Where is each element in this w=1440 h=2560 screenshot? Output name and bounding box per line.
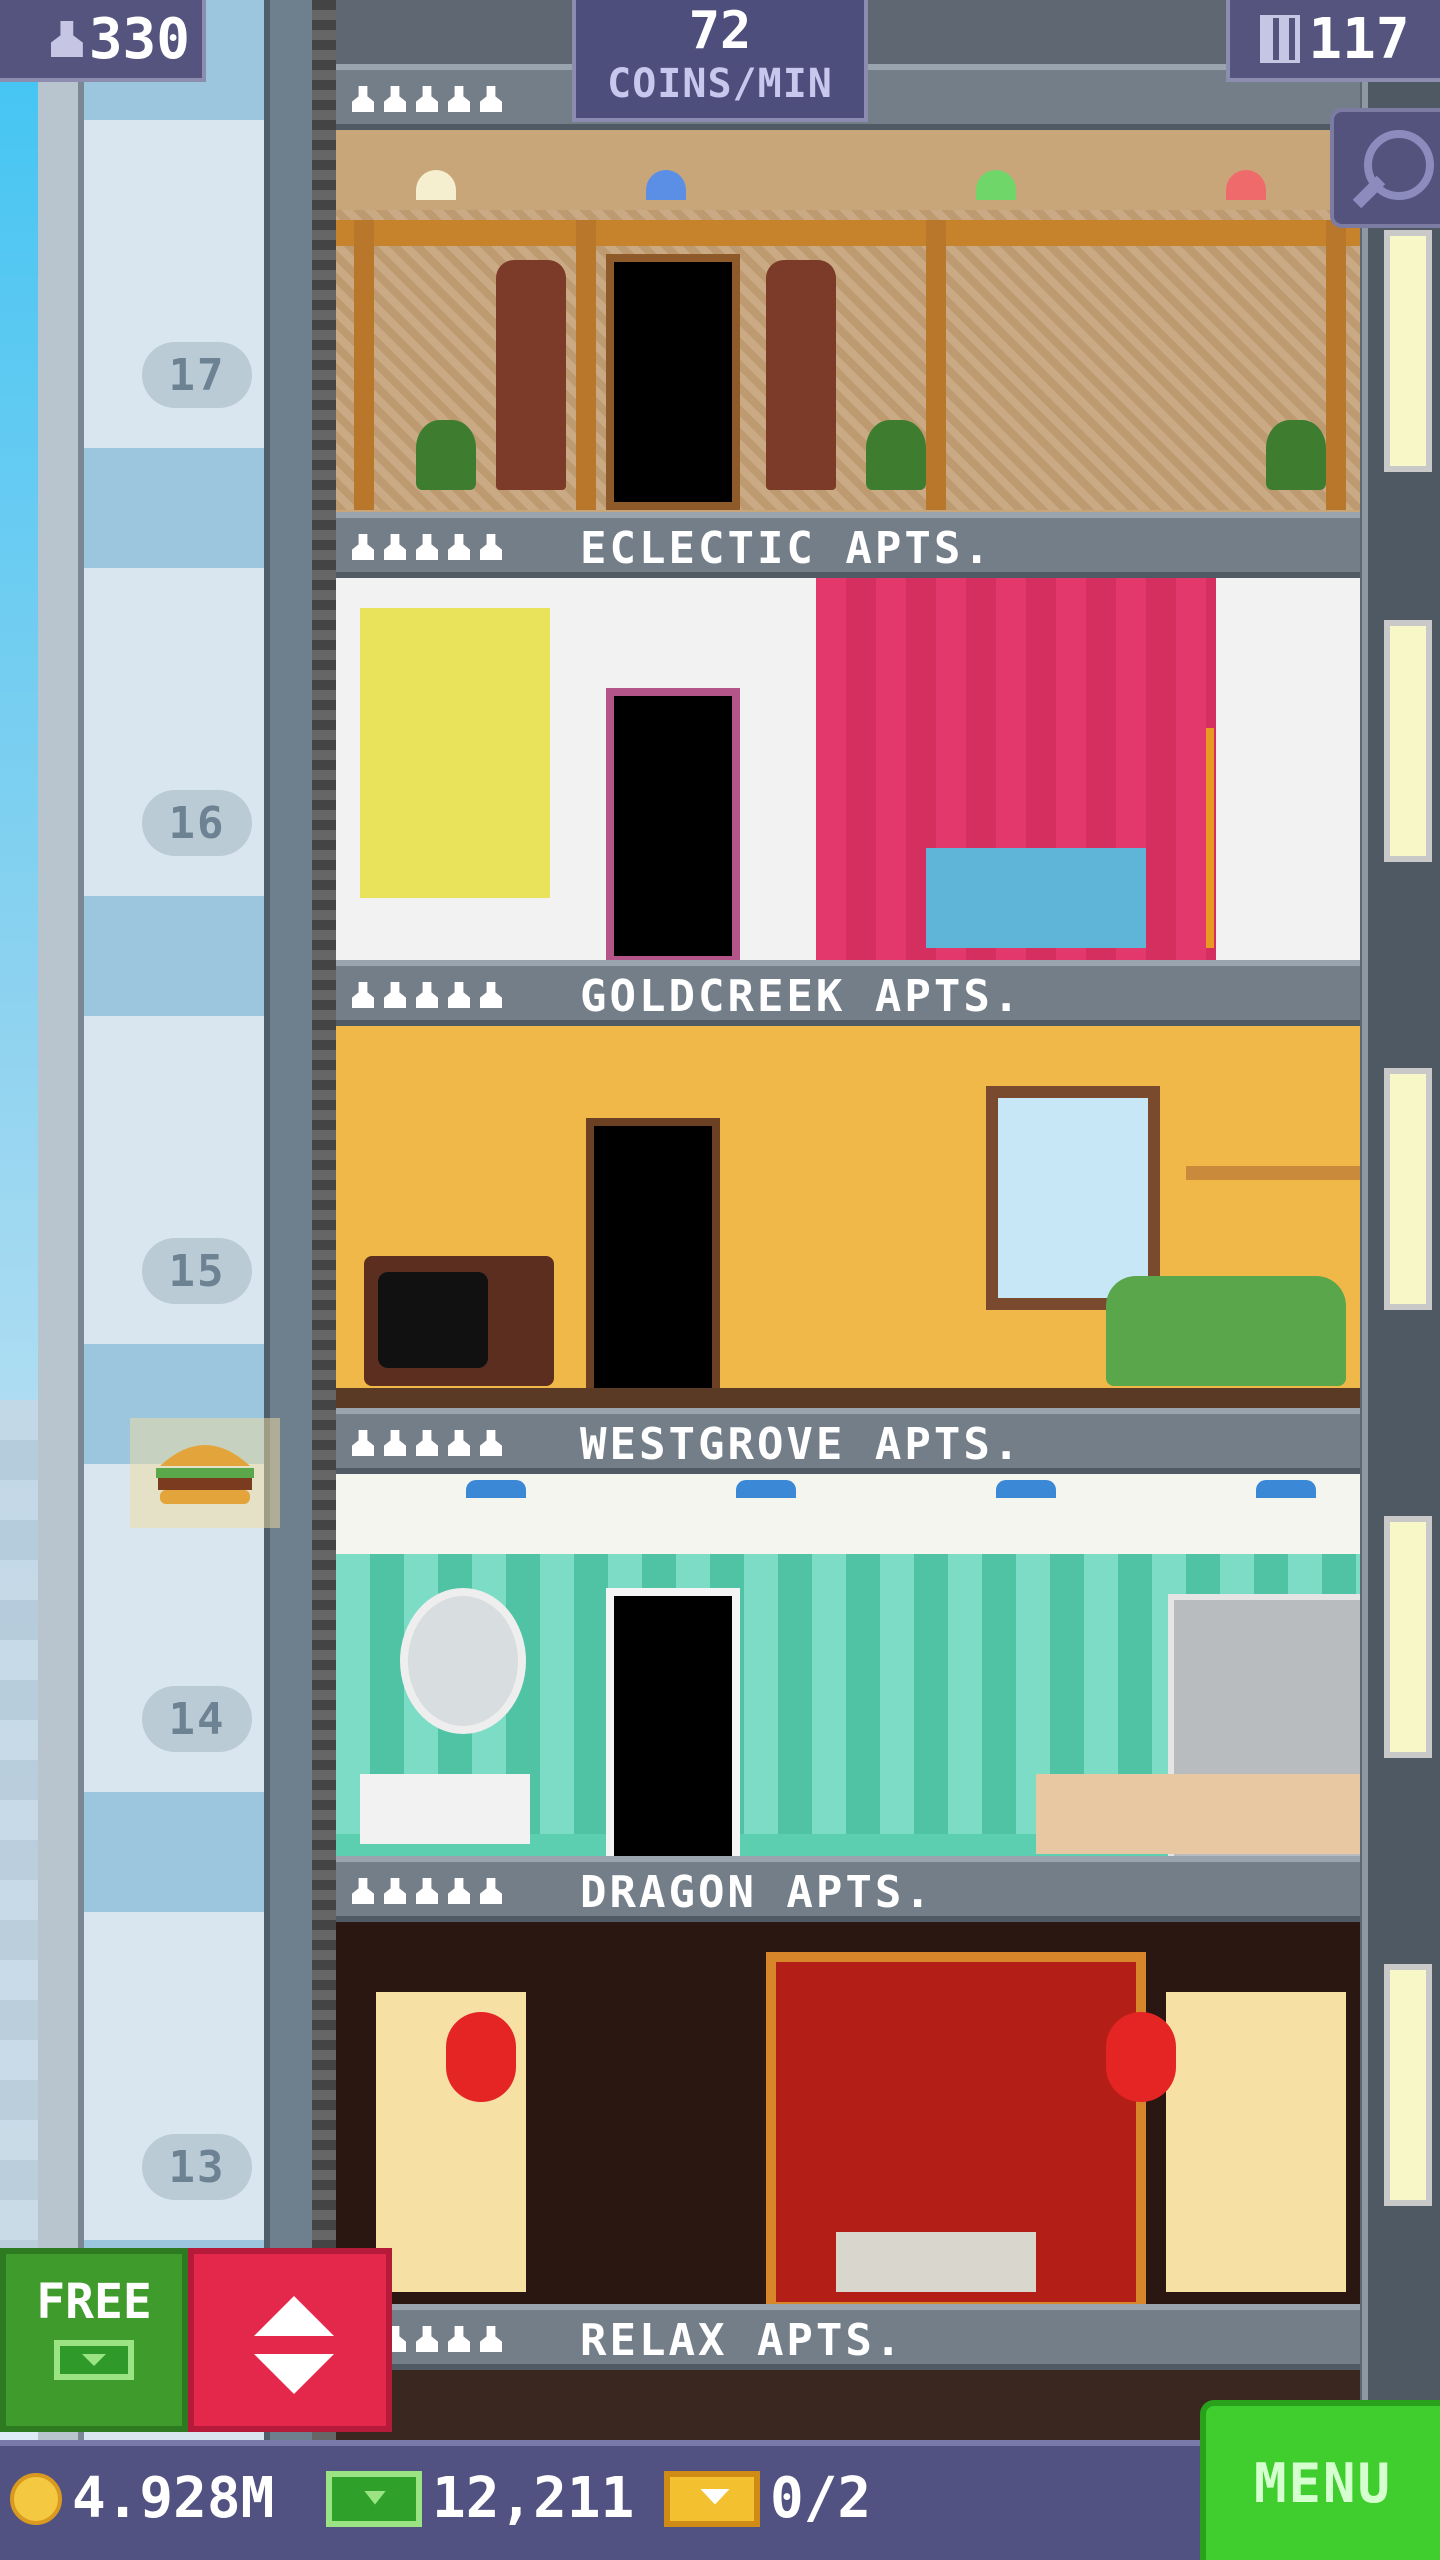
room-door	[606, 254, 740, 510]
coin-icon	[10, 2472, 62, 2525]
floor-label-westgrove[interactable]: WESTGROVE APTS.	[336, 1408, 1360, 1474]
floor-room-eclectic[interactable]	[336, 130, 1360, 512]
tower-window	[1384, 1516, 1432, 1758]
floor-name: RELAX APTS.	[580, 2315, 905, 2366]
resident-icons	[352, 534, 502, 560]
bux-icon	[326, 2470, 422, 2527]
coins-value: 4.928M	[72, 2466, 275, 2531]
elevator-arrows-icon	[254, 2296, 334, 2336]
floor-number-13: 13	[142, 2134, 252, 2200]
population-value: 330	[88, 6, 190, 72]
resident-icons	[352, 982, 502, 1008]
ticket-icon	[664, 2470, 760, 2527]
floor-room-westgrove[interactable]	[336, 1026, 1360, 1408]
room-door	[606, 1588, 740, 1856]
resident-icons	[352, 1878, 502, 1904]
tickets-value: 0/2	[770, 2466, 872, 2531]
bux-stat[interactable]: 12,211	[326, 2466, 634, 2531]
menu-button[interactable]: MENU	[1200, 2400, 1440, 2560]
floor-room-goldcreek[interactable]	[336, 578, 1360, 960]
floor-number-16: 16	[142, 790, 252, 856]
tower-window	[1384, 1068, 1432, 1310]
floor-label-relax[interactable]: RELAX APTS.	[336, 2304, 1360, 2370]
bux-icon	[54, 2340, 134, 2380]
floor-counter[interactable]: 117	[1226, 0, 1440, 82]
resident-icons	[352, 86, 502, 112]
population-counter: 330	[0, 0, 206, 82]
wall-art	[360, 608, 550, 898]
floor-label-eclectic[interactable]: ECLECTIC APTS.	[336, 512, 1360, 578]
resident-icons	[352, 1430, 502, 1456]
tower-window	[1384, 620, 1432, 862]
burger-icon	[156, 1445, 254, 1504]
kitchen-counter	[1036, 1774, 1360, 1854]
floors-icon	[1260, 15, 1301, 63]
bux-value: 12,211	[432, 2466, 635, 2531]
coins-per-min-panel: 72 COINS/MIN	[572, 0, 868, 122]
search-button[interactable]	[1330, 108, 1440, 228]
coins-per-min-label: COINS/MIN	[607, 61, 833, 107]
floor-label-dragon[interactable]: DRAGON APTS.	[336, 1856, 1360, 1922]
wall-shelf	[1186, 1166, 1360, 1180]
tower-window	[1384, 1964, 1432, 2206]
room-door	[606, 688, 740, 960]
couch	[1106, 1276, 1346, 1386]
elevator-button[interactable]	[188, 2248, 392, 2432]
room-door	[586, 1118, 720, 1404]
television	[364, 1256, 554, 1386]
floor-number-15: 15	[142, 1238, 252, 1304]
coins-per-min-value: 72	[688, 1, 752, 61]
bed	[836, 2232, 1036, 2292]
floor-number-17: 17	[142, 342, 252, 408]
lantern	[446, 2012, 516, 2102]
tickets-stat[interactable]: 0/2	[664, 2466, 871, 2531]
free-bux-button[interactable]: FREE	[0, 2248, 188, 2432]
floor-name: GOLDCREEK APTS.	[580, 971, 1023, 1022]
coins-stat: 4.928M	[10, 2466, 274, 2531]
shaft-cable	[312, 0, 336, 2440]
sofa	[926, 848, 1146, 948]
tower-window	[1384, 230, 1432, 472]
shaft-rail	[38, 0, 84, 2440]
floor-room-dragon[interactable]	[336, 1474, 1360, 1856]
lantern	[1106, 2012, 1176, 2102]
population-icon	[50, 21, 83, 57]
floor-name: WESTGROVE APTS.	[580, 1419, 1023, 1470]
free-label: FREE	[36, 2274, 152, 2330]
floor-label-goldcreek[interactable]: GOLDCREEK APTS.	[336, 960, 1360, 1026]
floor-count-value: 117	[1308, 6, 1410, 72]
floor-room-relax[interactable]	[336, 1922, 1360, 2304]
floor-name: ECLECTIC APTS.	[580, 523, 993, 574]
floor-lamp	[1166, 728, 1214, 948]
floor-number-14: 14	[142, 1686, 252, 1752]
floor-name: DRAGON APTS.	[580, 1867, 934, 1918]
dresser	[360, 1774, 530, 1844]
mirror	[400, 1588, 526, 1734]
arrow-down-icon	[254, 2354, 334, 2394]
